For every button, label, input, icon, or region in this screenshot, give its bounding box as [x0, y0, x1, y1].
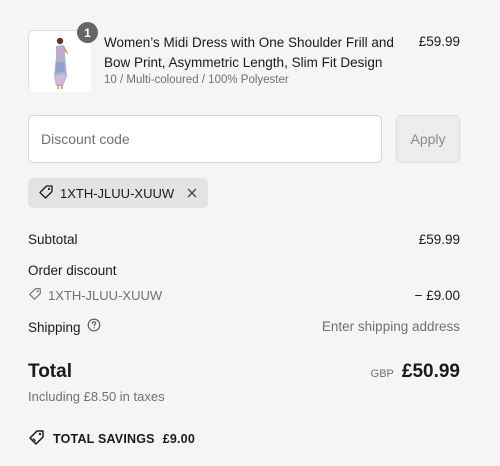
tag-icon: [38, 184, 54, 203]
currency-code: GBP: [370, 368, 394, 380]
applied-discount-code: 1XTH-JLUU-XUUW: [60, 185, 175, 201]
quantity-badge: 1: [77, 22, 98, 43]
discount-code-input[interactable]: [28, 115, 382, 163]
tag-icon: [28, 287, 42, 304]
total-savings-row: TOTAL SAVINGS £9.00: [28, 429, 195, 449]
apply-button[interactable]: Apply: [396, 115, 460, 163]
order-discount-value: − £9.00: [414, 288, 460, 303]
savings-value: £9.00: [162, 432, 195, 446]
product-title: Women’s Midi Dress with One Shoulder Fri…: [104, 35, 394, 70]
subtotal-value: £59.99: [418, 232, 460, 247]
total-label: Total: [28, 361, 72, 382]
savings-tag-icon: [28, 429, 45, 449]
order-discount-code: 1XTH-JLUU-XUUW: [48, 288, 163, 303]
total-amount-group: GBP £50.99: [371, 361, 460, 383]
shipping-label: Shipping: [28, 320, 81, 335]
applied-discount-chip: 1XTH-JLUU-XUUW: [28, 178, 209, 208]
shipping-label-row: Shipping: [28, 318, 101, 337]
savings-label: TOTAL SAVINGS: [53, 432, 155, 446]
help-icon[interactable]: [87, 318, 101, 337]
order-discount-label: Order discount: [28, 263, 117, 278]
close-icon[interactable]: [186, 187, 198, 199]
total-value: £50.99: [401, 361, 460, 382]
product-price: £59.99: [418, 34, 460, 49]
order-discount-code-row: 1XTH-JLUU-XUUW: [28, 287, 162, 304]
subtotal-label: Subtotal: [28, 232, 78, 247]
shipping-value: Enter shipping address: [321, 319, 460, 334]
taxes-note: Including £8.50 in taxes: [28, 389, 165, 404]
product-variant: 10 / Multi-coloured / 100% Polyester: [104, 74, 289, 86]
